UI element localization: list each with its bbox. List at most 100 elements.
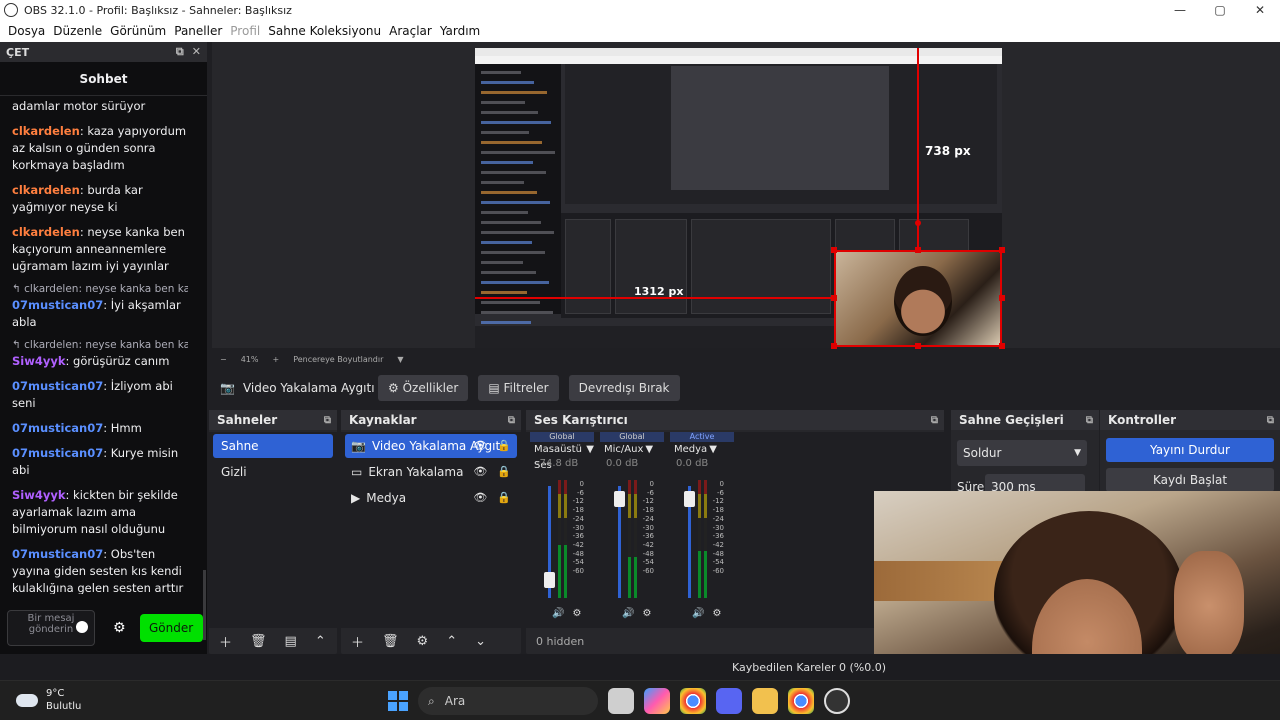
filters-button[interactable]: ▤ Filtreler [478,375,559,401]
zoom-in-icon[interactable]: + [272,355,279,364]
source-item[interactable]: 📷 Video Yakalama Aygıtı 👁 🔒 [345,434,517,458]
add-icon[interactable]: ＋ [219,632,232,651]
fader-knob[interactable] [684,490,695,507]
add-icon[interactable]: ＋ [351,632,364,651]
transition-select[interactable]: Soldur ▼ [957,440,1087,466]
channel-name[interactable]: Medya ▼ [670,442,734,458]
speaker-icon[interactable]: 🔊 [552,608,564,619]
gear-icon[interactable]: ⚙ [417,634,429,649]
minimize-button[interactable]: — [1160,0,1200,20]
settings-icon[interactable]: ⚙ [712,608,721,619]
zoom-out-icon[interactable]: − [220,355,227,364]
float-icon[interactable]: ⧉ [931,415,938,426]
discord-icon[interactable] [716,688,742,714]
fader-knob[interactable] [614,490,625,507]
float-icon[interactable]: ⧉ [1086,415,1093,426]
menu-docks[interactable]: Paneller [174,24,222,38]
start-recording-button[interactable]: Kaydı Başlat [1106,468,1274,492]
reply-preview[interactable]: ↰ clkardelen: neyse kanka ben ka... [12,339,188,351]
channel-name[interactable]: Masaüstü Ses ▼ [530,442,594,471]
trash-icon[interactable]: 🗑 [250,634,267,649]
fader-knob[interactable] [544,572,555,589]
source-toolbar: 📷 Video Yakalama Aygıtı ⚙ Özellikler ▤ F… [212,372,1280,404]
channel-name[interactable]: Mic/Aux ▼ [600,442,664,458]
trash-icon[interactable]: 🗑 [382,634,399,649]
close-button[interactable]: ✕ [1240,0,1280,20]
chat-message: clkardelen: neyse kanka ben kaçıyorum an… [12,224,188,275]
windows-start-icon[interactable] [388,691,408,711]
chat-username[interactable]: 07mustican07 [12,547,103,561]
stop-streaming-button[interactable]: Yayını Durdur [1106,438,1274,462]
cloud-icon [16,693,38,707]
channel-tag: Global [530,432,594,442]
menu-view[interactable]: Görünüm [110,24,166,38]
taskbar-search[interactable]: ⌕ Ara [418,687,598,715]
chat-input[interactable]: Bir mesaj gönderin [7,610,95,646]
up-icon[interactable]: ⌃ [446,634,457,649]
volume-fader[interactable] [684,486,695,598]
chat-username[interactable]: Siw4yyk [12,354,66,368]
menu-edit[interactable]: Düzenle [53,24,102,38]
properties-button[interactable]: ⚙ Özellikler [378,375,469,401]
source-item[interactable]: ▶ Medya 👁 🔒 [345,486,517,510]
menu-profile[interactable]: Profil [230,24,260,38]
transitions-title: Sahne Geçişleri [959,413,1064,427]
obs-icon[interactable] [824,688,850,714]
lock-icon[interactable]: 🔒 [497,486,511,510]
scene-item[interactable]: Gizli [213,460,333,484]
folder-icon[interactable] [752,688,778,714]
webcam-source-selected[interactable] [834,250,1002,347]
chrome-icon[interactable] [788,688,814,714]
chat-username[interactable]: clkardelen [12,183,80,197]
settings-icon[interactable]: ⚙ [642,608,651,619]
chat-username[interactable]: clkardelen [12,124,80,138]
copilot-icon[interactable] [644,688,670,714]
chat-messages: adamlar motor sürüyor clkardelen: kaza ya… [0,98,200,594]
float-icon[interactable]: ⧉ [176,45,184,59]
chat-username[interactable]: clkardelen [12,225,80,239]
chat-username[interactable]: 07mustican07 [12,421,103,435]
float-icon[interactable]: ⧉ [1267,415,1274,426]
speaker-icon[interactable]: 🔊 [692,608,704,619]
gear-icon[interactable]: ⚙ [113,620,126,636]
down-icon[interactable]: ⌄ [475,634,486,649]
weather-widget[interactable]: 9°C Bulutlu [16,687,81,713]
file-icon[interactable] [608,688,634,714]
float-icon[interactable]: ⧉ [508,415,515,426]
chat-username[interactable]: Siw4yyk [12,488,66,502]
source-item[interactable]: ▭ Ekran Yakalama 👁 🔒 [345,460,517,484]
chat-message: adamlar motor sürüyor [12,98,188,115]
channel-tag: Global [600,432,664,442]
scene-item[interactable]: Sahne [213,434,333,458]
lock-icon[interactable]: 🔒 [497,434,511,458]
volume-fader[interactable] [614,486,625,598]
eye-icon[interactable]: 👁 [473,434,487,458]
deactivate-button[interactable]: Devredışı Bırak [568,375,680,401]
fit-to-window[interactable]: Pencereye Boyutlandır [293,355,383,364]
menu-tools[interactable]: Araçlar [389,24,432,38]
volume-fader[interactable] [544,486,555,598]
menu-scene-collection[interactable]: Sahne Koleksiyonu [268,24,381,38]
eye-icon[interactable]: 👁 [473,486,487,510]
chat-username[interactable]: 07mustican07 [12,446,103,460]
chrome-icon[interactable] [680,688,706,714]
float-icon[interactable]: ⧉ [324,415,331,426]
chevron-down-icon[interactable]: ▼ [397,355,403,364]
close-dock-icon[interactable]: ✕ [192,45,201,59]
lock-icon[interactable]: 🔒 [497,460,511,484]
send-button[interactable]: Gönder [139,614,203,642]
up-icon[interactable]: ⌃ [315,634,326,649]
selected-source: 📷 Video Yakalama Aygıtı [212,381,378,395]
maximize-button[interactable]: ▢ [1200,0,1240,20]
chat-username[interactable]: 07mustican07 [12,379,103,393]
menu-help[interactable]: Yardım [440,24,480,38]
settings-icon[interactable]: ⚙ [572,608,581,619]
speaker-icon[interactable]: 🔊 [622,608,634,619]
chat-footer: Bir mesaj gönderin ⚙ Gönder [0,602,207,654]
chat-username[interactable]: 07mustican07 [12,298,103,312]
reply-preview[interactable]: ↰ clkardelen: neyse kanka ben ka... [12,283,188,295]
menu-file[interactable]: Dosya [8,24,45,38]
emoji-icon[interactable] [76,621,88,633]
filter-icon[interactable]: ▤ [285,634,297,649]
eye-icon[interactable]: 👁 [473,460,487,484]
